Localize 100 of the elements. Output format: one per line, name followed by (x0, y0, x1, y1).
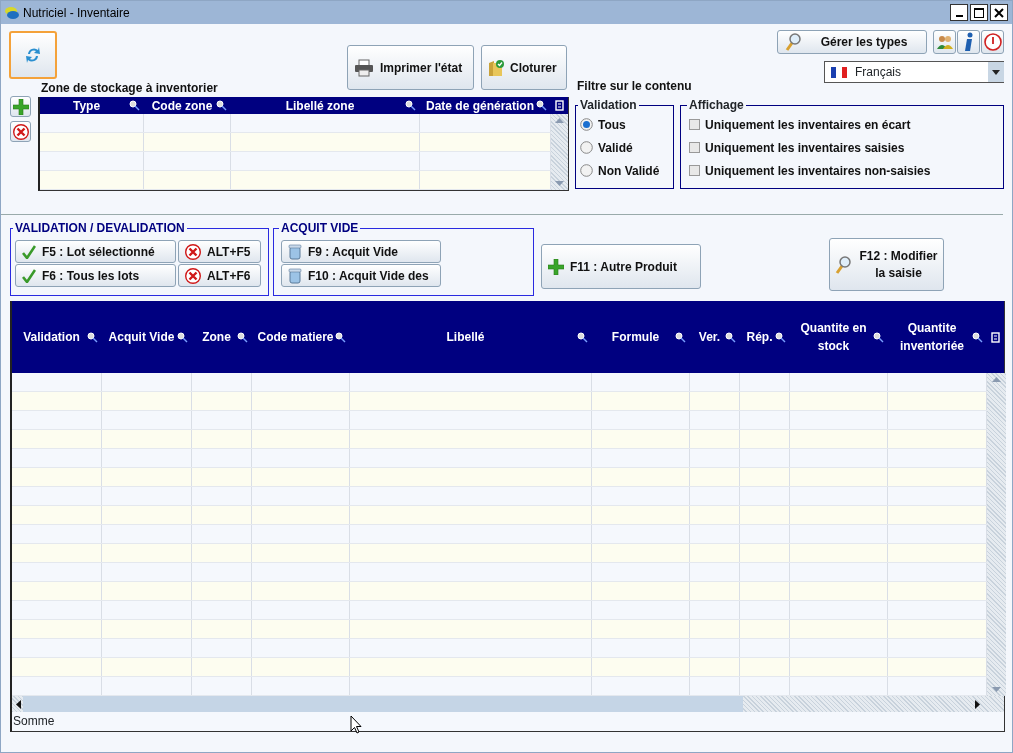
radio-option[interactable]: Validé (580, 136, 669, 159)
search-icon (972, 331, 983, 343)
maximize-button[interactable] (970, 4, 988, 21)
search-icon (237, 331, 248, 343)
add-button[interactable] (10, 96, 31, 117)
arrow-down-icon (992, 687, 1001, 692)
check-icon (22, 268, 36, 283)
column-header[interactable]: Quantite en stock (794, 319, 873, 355)
search-icon (784, 32, 802, 52)
folder-icon (488, 58, 504, 77)
table-row[interactable] (40, 171, 551, 190)
column-header[interactable]: Ver. (694, 328, 725, 346)
column-header[interactable]: Formule (596, 328, 675, 346)
column-header[interactable]: Rép. (744, 328, 775, 346)
column-header[interactable]: Zone (196, 328, 237, 346)
checkbox-option[interactable]: Uniquement les inventaires en écart (689, 113, 999, 136)
action-button[interactable]: F10 : Acquit Vide des (281, 264, 441, 287)
search-icon (675, 331, 686, 343)
action-button[interactable]: F11 : Autre Produit (541, 244, 701, 289)
checkbox-option[interactable]: Uniquement les inventaires non-saisies (689, 159, 999, 182)
remove-button[interactable] (10, 121, 31, 142)
table-row[interactable] (12, 639, 987, 658)
action-button[interactable]: F5 : Lot sélectionné (15, 240, 176, 263)
column-header[interactable]: Acquit Vide (106, 328, 177, 346)
table-row[interactable] (12, 392, 987, 411)
table-row[interactable] (12, 487, 987, 506)
table-row[interactable] (12, 449, 987, 468)
search-icon (216, 100, 227, 111)
check-icon (22, 244, 36, 259)
action-button[interactable]: Imprimer l'état (347, 45, 474, 90)
scrollbar[interactable] (551, 114, 568, 190)
column-header[interactable]: Quantite inventoriée (892, 319, 972, 355)
cancel-icon (12, 123, 29, 140)
search-icon (87, 331, 98, 343)
table-row[interactable] (12, 373, 987, 392)
column-header[interactable]: Libellé (354, 328, 577, 346)
users-icon (935, 34, 954, 50)
search-icon (129, 100, 140, 111)
table-row[interactable] (12, 658, 987, 677)
action-button[interactable]: F6 : Tous les lots (15, 264, 176, 287)
action-button[interactable]: Cloturer (481, 45, 567, 90)
radio-option[interactable]: Tous (580, 113, 669, 136)
printer-icon (354, 58, 374, 77)
action-button[interactable]: ALT+F5 (178, 240, 261, 263)
power-icon (983, 33, 1002, 51)
table-row[interactable] (12, 563, 987, 582)
table-row[interactable] (12, 411, 987, 430)
action-button[interactable]: F12 : Modifier la saisie (829, 238, 944, 291)
trash-icon (288, 243, 302, 260)
table-row[interactable] (12, 582, 987, 601)
column-header[interactable]: Date de génération (424, 96, 536, 115)
column-header[interactable]: Type (44, 96, 129, 115)
section-title: Filtre sur le contenu (577, 78, 692, 95)
table-row[interactable] (12, 620, 987, 639)
scrollbar[interactable] (12, 696, 1004, 712)
cancel-icon (185, 267, 201, 284)
checkbox-option[interactable]: Uniquement les inventaires saisies (689, 136, 999, 159)
column-header[interactable]: Code zone (148, 96, 216, 115)
radio-option[interactable]: Non Validé (580, 159, 669, 182)
info-button[interactable] (957, 30, 980, 54)
column-header[interactable]: Validation (16, 328, 87, 346)
table-row[interactable] (40, 114, 551, 133)
manage-types-button[interactable]: Gérer les types (777, 30, 927, 54)
close-button[interactable] (990, 4, 1008, 21)
users-button[interactable] (933, 30, 956, 54)
table-row[interactable] (40, 152, 551, 171)
group-title: Validation (579, 99, 638, 111)
action-button[interactable]: ALT+F6 (178, 264, 261, 287)
language-select[interactable]: Français (824, 61, 1004, 83)
table-row[interactable] (12, 544, 987, 563)
summary-label: Somme (12, 713, 55, 730)
table-row[interactable] (12, 506, 987, 525)
caret-icon (992, 69, 1000, 75)
search-icon (577, 331, 588, 343)
minimize-button[interactable] (950, 4, 968, 21)
arrow-left-icon (16, 699, 21, 709)
document-icon (991, 331, 1000, 343)
table-row[interactable] (40, 133, 551, 152)
close-icon (994, 7, 1004, 18)
scrollbar[interactable] (987, 373, 1006, 696)
table-row[interactable] (12, 677, 987, 696)
minimize-icon (955, 15, 963, 17)
column-header[interactable]: Code matiere (256, 328, 335, 346)
power-button[interactable] (981, 30, 1004, 54)
arrow-right-icon (975, 699, 980, 709)
refresh-button[interactable] (9, 31, 57, 79)
trash-icon (288, 267, 302, 284)
refresh-icon (25, 45, 41, 65)
search-icon (177, 331, 188, 343)
column-header[interactable]: Libellé zone (235, 96, 405, 115)
arrow-down-icon (555, 181, 564, 186)
table-row[interactable] (12, 601, 987, 620)
table-row[interactable] (12, 525, 987, 544)
scrollbar-thumb[interactable] (23, 696, 743, 712)
action-button[interactable]: F9 : Acquit Vide (281, 240, 441, 263)
app-icon (5, 6, 19, 19)
table-row[interactable] (12, 430, 987, 449)
table-row[interactable] (12, 468, 987, 487)
cancel-icon (185, 243, 201, 260)
document-icon (555, 100, 564, 111)
